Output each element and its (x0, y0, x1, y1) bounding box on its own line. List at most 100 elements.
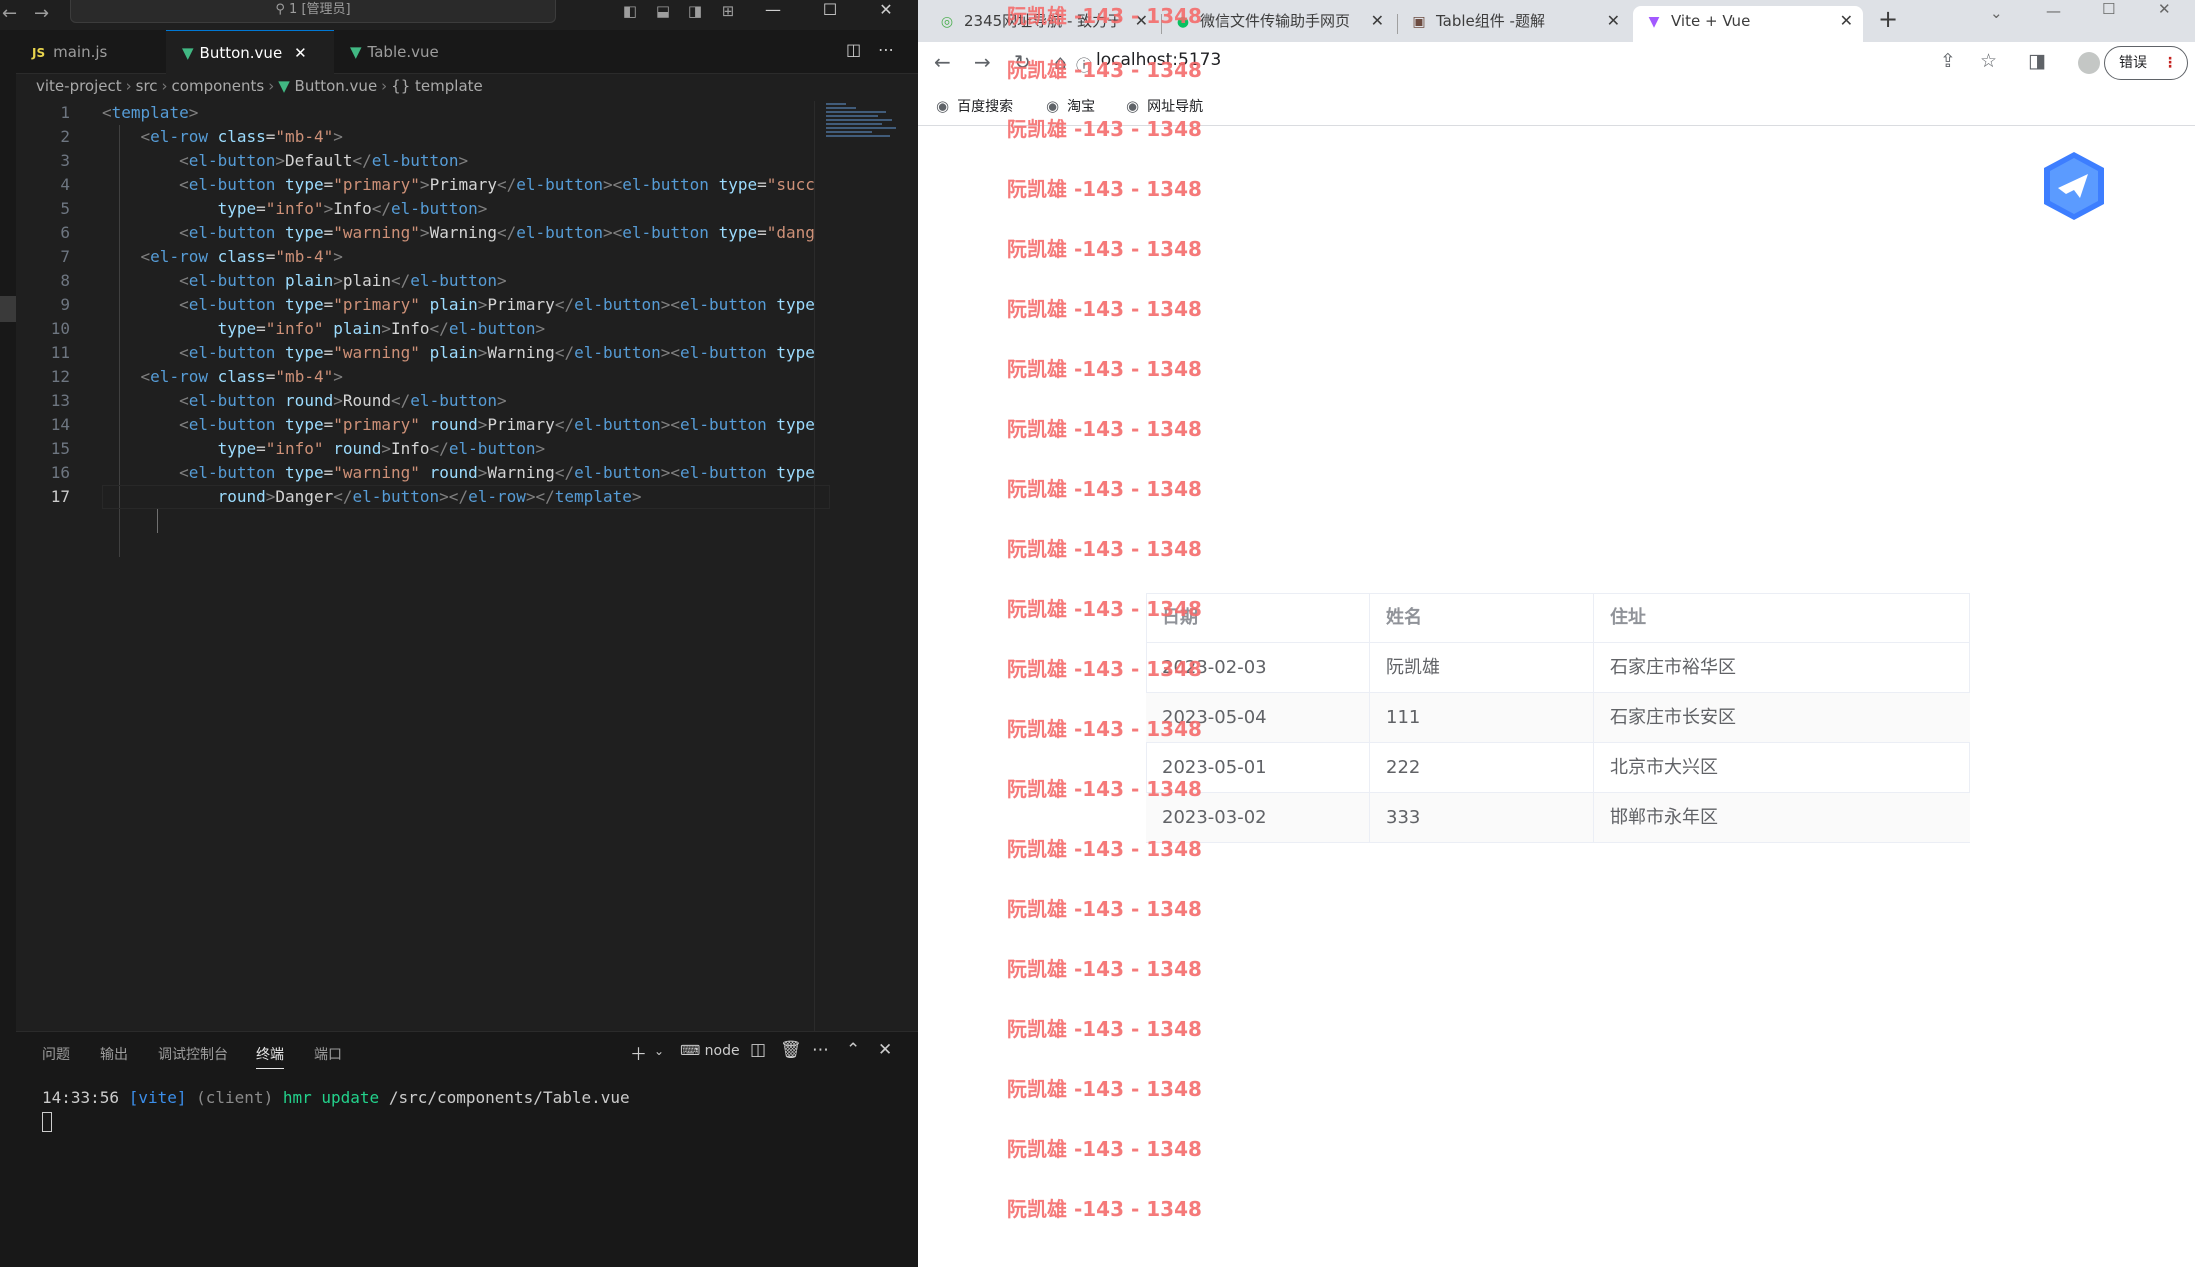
tab-search-icon[interactable]: ⌄ (1990, 4, 2003, 22)
editor-scrollbar[interactable] (814, 101, 815, 1031)
new-terminal-icon[interactable]: ＋ (630, 1040, 647, 1065)
code-line-current: 17 round>Danger</el-button></el-row></te… (16, 485, 830, 509)
toggle-panel-icon[interactable]: ⬓ (652, 2, 674, 22)
maximize-icon[interactable]: ☐ (2102, 0, 2115, 18)
bookmark-baidu[interactable]: ◉ 百度搜索 (936, 96, 1013, 116)
terminal-icon: ⌨ (680, 1043, 705, 1059)
split-terminal-icon[interactable]: ◫ (750, 1040, 766, 1060)
terminal-profile[interactable]: ⌨ node (680, 1043, 740, 1059)
tab-debug-console[interactable]: 调试控制台 (158, 1044, 228, 1064)
cell-address: 邯郸市永年区 (1610, 807, 1718, 828)
line-number: 17 (50, 487, 70, 506)
more-actions-icon[interactable]: ⋯ (812, 1040, 829, 1060)
terminal-time: 14:33:56 (42, 1088, 120, 1107)
profile-avatar[interactable] (2078, 52, 2100, 74)
watermark: 阮凯雄 -143 - 1348 (1007, 1137, 1202, 1161)
line-number: 12 (50, 367, 70, 386)
table-row: 2023-05-01 222 北京市大兴区 (1146, 743, 1970, 793)
watermark: 阮凯雄 -143 - 1348 (1007, 417, 1202, 441)
tab-button-vue[interactable]: ▼ Button.vue ✕ (166, 30, 334, 74)
toggle-sidebar-icon[interactable]: ◧ (619, 2, 641, 22)
watermark: 阮凯雄 -143 - 1348 (1007, 477, 1202, 501)
split-editor-icon[interactable]: ◫ (846, 40, 861, 59)
code-line: 8 <el-button plain>plain</el-button> (16, 269, 816, 293)
close-icon[interactable]: ✕ (858, 0, 914, 26)
forward-icon[interactable]: → (974, 50, 991, 74)
terminal-path: /src/components/Table.vue (388, 1088, 630, 1107)
line-number: 8 (60, 271, 70, 290)
chevron-down-icon[interactable]: ⌄ (654, 1044, 664, 1058)
command-center[interactable]: ⚲ 1 [管理员] (70, 0, 556, 23)
watermark: 阮凯雄 -143 - 1348 (1007, 897, 1202, 921)
code-line: 7 <el-row class="mb-4"> (16, 245, 816, 269)
terminal-profile-label: node (704, 1043, 740, 1059)
watermark: 阮凯雄 -143 - 1348 (1007, 4, 1202, 28)
close-tab-icon[interactable]: ✕ (1371, 6, 1384, 36)
close-icon[interactable]: ✕ (2158, 0, 2171, 18)
tab-table-vue[interactable]: ▼ Table.vue (334, 30, 484, 74)
side-panel-icon[interactable]: ◨ (2028, 50, 2046, 72)
vue-icon: ▼ (278, 77, 295, 95)
code-editor[interactable]: 1 <template> 2 <el-row class="mb-4"> 3 <e… (16, 101, 830, 1031)
code-line: 10 type="info" plain>Info</el-button> (16, 317, 816, 341)
cell-address: 石家庄市裕华区 (1610, 657, 1736, 678)
code-line: 3 <el-button>Default</el-button> (16, 149, 816, 173)
back-icon[interactable]: ← (934, 50, 951, 74)
code-line: 14 <el-button type="primary" round>Prima… (16, 413, 816, 437)
forward-arrow-icon[interactable]: → (34, 3, 49, 24)
more-actions-icon[interactable]: ⋯ (878, 40, 894, 59)
terminal-scope: (client) (196, 1088, 274, 1107)
back-arrow-icon[interactable]: ← (2, 3, 17, 24)
minimap[interactable] (826, 101, 900, 141)
breadcrumb-item[interactable]: vite-project (36, 77, 122, 95)
watermark: 阮凯雄 -143 - 1348 (1007, 717, 1202, 741)
toggle-secondary-sidebar-icon[interactable]: ◨ (684, 2, 706, 22)
customize-layout-icon[interactable]: ⊞ (717, 2, 739, 22)
minimap-line (826, 135, 890, 137)
command-center-label: 1 [管理员] (289, 2, 351, 17)
browser-tab-table[interactable]: ▣ Table组件 -题解 ✕ (1400, 6, 1630, 42)
close-tab-icon[interactable]: ✕ (294, 44, 307, 62)
watermark: 阮凯雄 -143 - 1348 (1007, 237, 1202, 261)
tab-separator (1397, 14, 1398, 34)
page-icon: ▣ (1412, 14, 1426, 30)
watermark: 阮凯雄 -143 - 1348 (1007, 597, 1202, 621)
breadcrumb-item[interactable]: components (172, 77, 265, 95)
close-panel-icon[interactable]: ✕ (878, 1040, 892, 1060)
minimize-icon[interactable]: — (2046, 2, 2061, 20)
maximize-icon[interactable]: ☐ (802, 0, 858, 26)
chevron-right-icon: › (268, 77, 275, 95)
minimize-icon[interactable]: — (745, 0, 801, 26)
maximize-panel-icon[interactable]: ⌃ (846, 1040, 860, 1060)
close-tab-icon[interactable]: ✕ (1607, 6, 1620, 36)
trash-icon[interactable]: 🗑 (780, 1040, 802, 1060)
browser-tab-label: 微信文件传输助手网页 (1200, 12, 1351, 30)
vue-icon: ▼ (350, 43, 362, 61)
terminal-output[interactable]: 14:33:56 [vite] (client) hmr update /src… (42, 1088, 630, 1107)
breadcrumb-item[interactable]: {} template (391, 77, 483, 95)
search-icon: ⚲ (275, 2, 290, 17)
tab-terminal[interactable]: 终端 (256, 1044, 284, 1069)
minimap-line (826, 119, 892, 121)
tab-label: Table.vue (367, 43, 439, 61)
tab-main-js[interactable]: JS main.js (16, 30, 166, 74)
browser-tab-vite[interactable]: ▼ Vite + Vue ✕ (1633, 6, 1863, 42)
breadcrumb-item[interactable]: Button.vue (295, 77, 378, 95)
close-tab-icon[interactable]: ✕ (1840, 6, 1853, 36)
breadcrumb-item[interactable]: src (136, 77, 158, 95)
watermark: 阮凯雄 -143 - 1348 (1007, 957, 1202, 981)
code-line: 9 <el-button type="primary" plain>Primar… (16, 293, 816, 317)
tab-output[interactable]: 输出 (100, 1044, 128, 1064)
bookmark-star-icon[interactable]: ☆ (1980, 50, 1997, 72)
tab-ports[interactable]: 端口 (314, 1044, 342, 1064)
code-line: 15 type="info" round>Info</el-button> (16, 437, 816, 461)
share-icon[interactable]: ⇪ (1940, 50, 1956, 72)
new-tab-icon[interactable]: + (1878, 5, 1898, 33)
error-button[interactable]: 错误 ⋮ (2104, 46, 2188, 80)
chevron-right-icon: › (125, 77, 132, 95)
tab-problems[interactable]: 问题 (42, 1044, 70, 1064)
title-bar: ← → ⚲ 1 [管理员] ◧ ⬓ ◨ ⊞ — ☐ ✕ (0, 0, 918, 30)
error-button-label: 错误 (2119, 55, 2147, 71)
code-line: 4 <el-button type="primary">Primary</el-… (16, 173, 816, 197)
line-number: 15 (50, 439, 70, 458)
